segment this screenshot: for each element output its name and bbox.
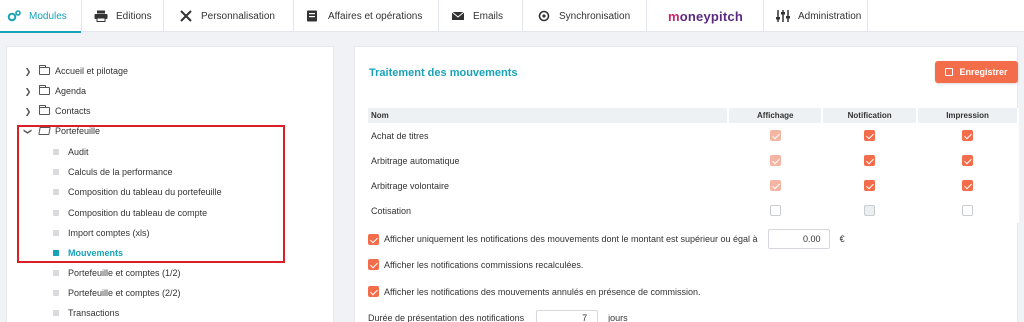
tools-icon: [179, 10, 193, 22]
cancelled-checkbox[interactable]: [368, 286, 379, 297]
row-name: Cotisation: [368, 198, 730, 223]
ledger-icon: [306, 10, 320, 22]
duration-label: Durée de présentation des notifications: [368, 313, 525, 322]
option-commissions: Afficher les notifications commissions r…: [368, 259, 583, 270]
printer-icon: [94, 10, 108, 22]
tab-administration[interactable]: Administration: [764, 0, 868, 32]
folder-icon: [39, 105, 50, 115]
tree-label: Agenda: [55, 86, 87, 96]
tree-label: Accueil et pilotage: [55, 66, 129, 76]
duration-unit: jours: [608, 313, 628, 322]
chevron-right-icon[interactable]: ❯: [23, 87, 33, 96]
impression-checkbox[interactable]: [962, 180, 974, 192]
chevron-right-icon[interactable]: ❯: [23, 107, 33, 116]
folder-icon: [39, 85, 50, 95]
affichage-checkbox[interactable]: [769, 180, 781, 192]
notification-checkbox[interactable]: [864, 155, 876, 167]
selection-highlight-box: [17, 125, 285, 263]
tree-folder-accueil[interactable]: ❯ Accueil et pilotage: [23, 65, 129, 76]
min-amount-input[interactable]: 0.00: [767, 229, 830, 249]
page-title: Traitement des mouvements: [369, 67, 518, 79]
currency-unit: €: [839, 234, 845, 244]
affichage-checkbox[interactable]: [769, 205, 781, 217]
min-amount-checkbox[interactable]: [368, 233, 379, 245]
col-header-notification[interactable]: Notification: [822, 108, 919, 123]
row-name: Arbitrage volontaire: [368, 173, 730, 198]
col-header-affichage[interactable]: Affichage: [728, 108, 824, 123]
tab-moneypitch[interactable]: moneypitch: [647, 0, 764, 32]
cancelled-label: Afficher les notifications des mouvement…: [384, 286, 701, 297]
col-header-impression[interactable]: Impression: [917, 108, 1019, 123]
tree-item-portefeuille-comptes-1[interactable]: Portefeuille et comptes (1/2): [53, 268, 181, 278]
save-label: Enregistrer: [959, 67, 1008, 77]
impression-checkbox[interactable]: [962, 205, 974, 217]
folder-icon: [39, 65, 50, 75]
tree-item-portefeuille-comptes-2[interactable]: Portefeuille et comptes (2/2): [53, 288, 181, 298]
tree-item-transactions[interactable]: Transactions: [53, 308, 119, 318]
impression-checkbox[interactable]: [962, 130, 974, 142]
gears-icon: [7, 10, 21, 22]
tab-label: Emails: [473, 10, 504, 22]
table-row: Arbitrage automatique: [368, 148, 1019, 173]
commissions-checkbox[interactable]: [368, 259, 379, 270]
tab-emails[interactable]: Emails: [439, 0, 523, 32]
notification-checkbox[interactable]: [864, 180, 876, 192]
col-header-nom[interactable]: Nom: [368, 108, 730, 123]
row-name: Arbitrage automatique: [368, 148, 730, 173]
tab-label: Modules: [29, 10, 67, 22]
tab-label: Administration: [798, 10, 862, 22]
bullet-icon: [53, 290, 59, 296]
save-icon: [945, 68, 954, 76]
option-min-amount: Afficher uniquement les notifications de…: [368, 229, 845, 249]
chevron-right-icon[interactable]: ❯: [23, 67, 33, 76]
tab-label: Synchronisation: [559, 10, 631, 22]
min-amount-label: Afficher uniquement les notifications de…: [384, 234, 758, 244]
tab-label: Editions: [116, 10, 152, 22]
table-header-row: Nom Affichage Notification Impression: [368, 108, 1019, 123]
tab-editions[interactable]: Editions: [82, 0, 164, 32]
mouvements-table: Nom Affichage Notification Impression Ac…: [368, 108, 1019, 223]
notification-checkbox: [864, 205, 876, 217]
impression-checkbox[interactable]: [962, 155, 974, 167]
tab-affaires[interactable]: Affaires et opérations: [294, 0, 439, 32]
option-duration: Durée de présentation des notifications …: [368, 310, 628, 322]
tab-label: Affaires et opérations: [328, 10, 423, 22]
tab-personnalisation[interactable]: Personnalisation: [164, 0, 294, 32]
tree-folder-contacts[interactable]: ❯ Contacts: [23, 105, 91, 116]
top-navigation: Modules Editions Personnalisation Affair…: [0, 0, 1024, 33]
tree-folder-agenda[interactable]: ❯ Agenda: [23, 85, 87, 96]
mouvements-settings-panel: Traitement des mouvements Enregistrer No…: [354, 46, 1019, 322]
table-row: Cotisation: [368, 198, 1019, 223]
affichage-checkbox[interactable]: [769, 155, 781, 167]
bullet-icon: [53, 270, 59, 276]
row-name: Achat de titres: [368, 123, 730, 148]
sync-icon: [537, 10, 551, 22]
tree-label: Portefeuille et comptes (2/2): [68, 288, 181, 298]
tab-modules[interactable]: Modules: [0, 0, 82, 33]
tree-label: Contacts: [55, 106, 91, 116]
table-row: Achat de titres: [368, 123, 1019, 148]
notification-checkbox[interactable]: [864, 130, 876, 142]
option-cancelled: Afficher les notifications des mouvement…: [368, 286, 701, 297]
commissions-label: Afficher les notifications commissions r…: [384, 259, 584, 270]
tab-synchronisation[interactable]: Synchronisation: [523, 0, 647, 32]
save-button[interactable]: Enregistrer: [935, 61, 1018, 83]
sliders-icon: [776, 10, 790, 22]
affichage-checkbox[interactable]: [769, 130, 781, 142]
tree-label: Portefeuille et comptes (1/2): [68, 268, 181, 278]
duration-input[interactable]: 7: [536, 310, 599, 322]
envelope-icon: [451, 10, 465, 22]
tab-label: Personnalisation: [201, 10, 275, 22]
tree-label: Transactions: [68, 308, 120, 318]
table-row: Arbitrage volontaire: [368, 173, 1019, 198]
bullet-icon: [53, 310, 59, 316]
moneypitch-logo: moneypitch: [668, 8, 743, 24]
